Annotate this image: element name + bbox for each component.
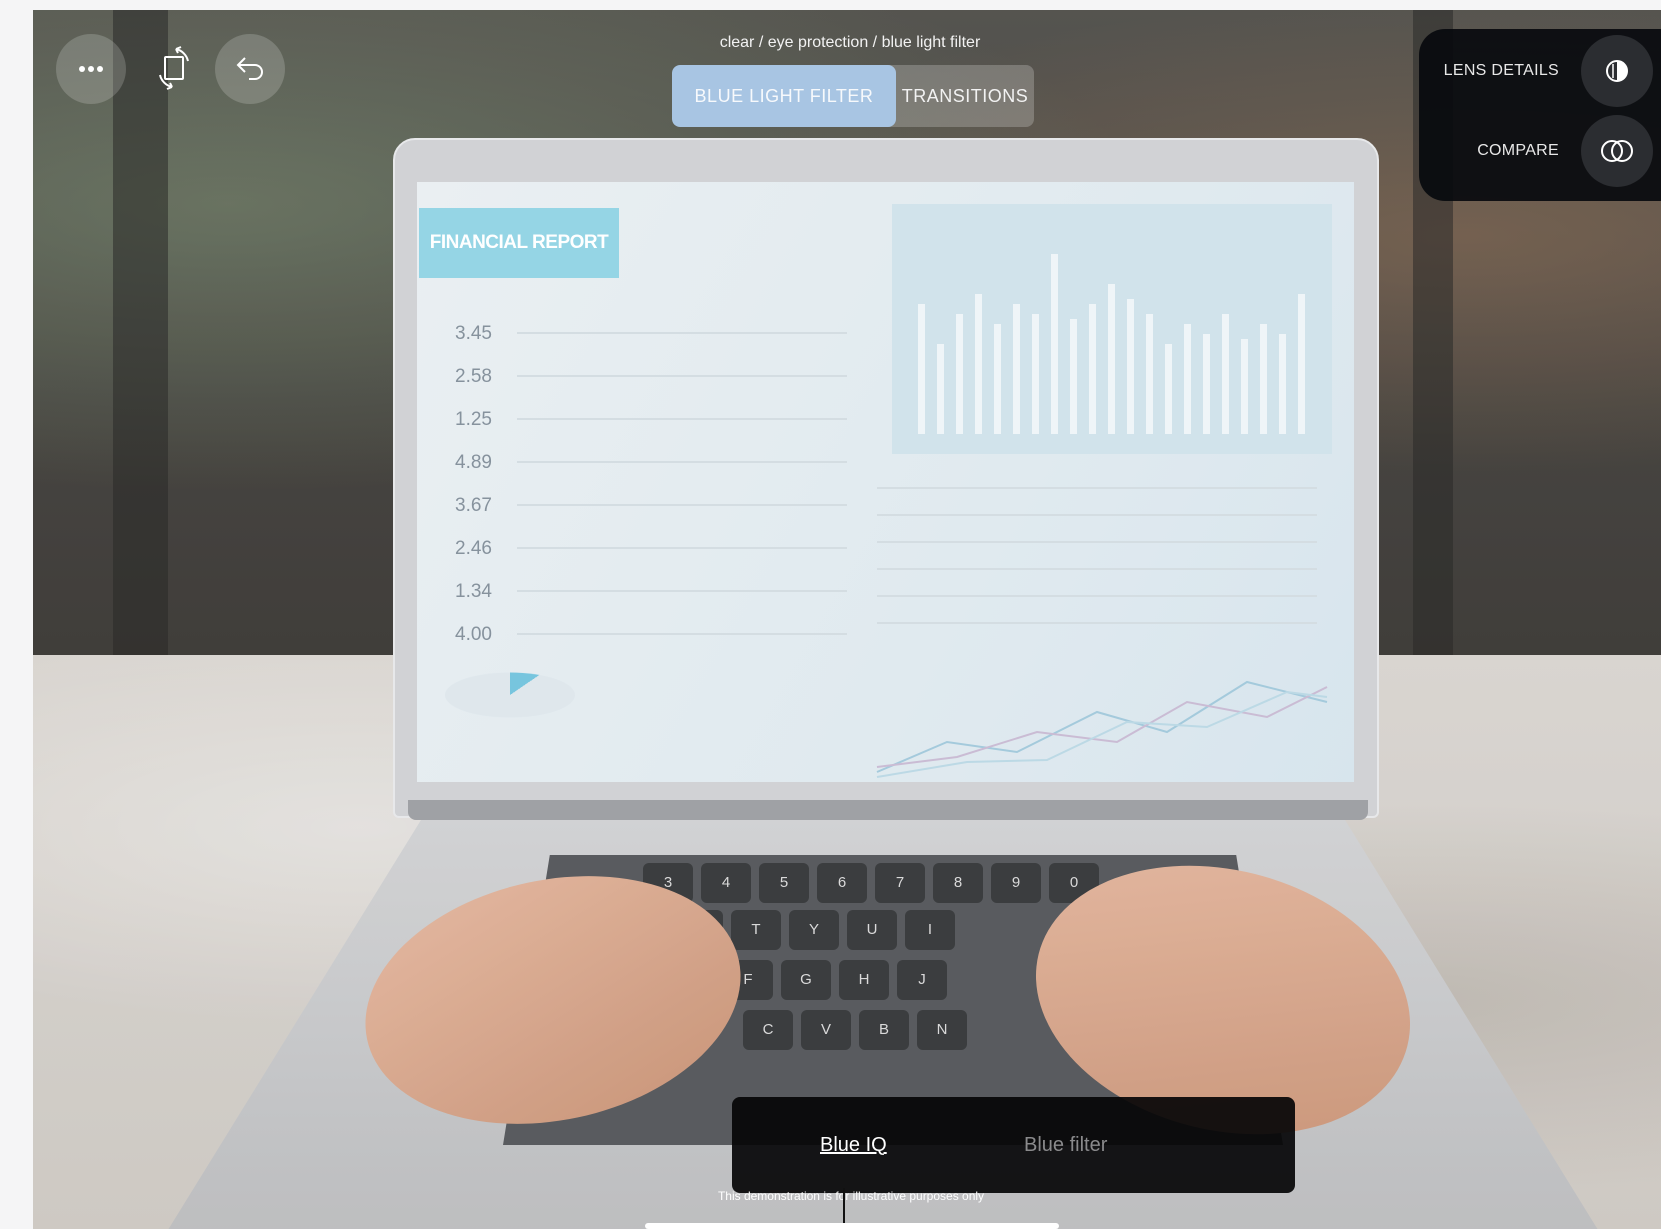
tab-transitions[interactable]: TRANSITIONS xyxy=(896,65,1034,127)
disclaimer-text: This demonstration is for illustrative p… xyxy=(717,1189,985,1203)
blue-iq-option[interactable]: Blue IQ xyxy=(820,1097,887,1193)
lens-details-button[interactable]: LENS DETAILS xyxy=(1444,35,1653,107)
rotate-button[interactable] xyxy=(139,35,209,105)
more-horizontal-icon xyxy=(78,60,104,78)
rotate-device-icon xyxy=(152,45,196,96)
home-indicator xyxy=(645,1223,1059,1229)
lens-details-label: LENS DETAILS xyxy=(1443,62,1559,79)
undo-arrow-icon xyxy=(235,54,265,85)
comparison-toggle: Blue IQ Blue filter xyxy=(732,1097,1295,1193)
half-lens-icon xyxy=(1581,35,1653,107)
more-options-button[interactable] xyxy=(56,34,126,104)
back-button[interactable] xyxy=(215,34,285,104)
tab-blue-light-filter[interactable]: BLUE LIGHT FILTER xyxy=(672,65,896,127)
lens-filter-overlay xyxy=(33,10,1661,1229)
blue-filter-option[interactable]: Blue filter xyxy=(1024,1097,1107,1193)
camera-view: 34567890RTYUIFGHJCVBN FINANCIAL REPORT 3… xyxy=(33,10,1661,1229)
lens-panel: LENS DETAILS COMPARE xyxy=(1419,29,1661,201)
compare-button[interactable]: COMPARE xyxy=(1477,115,1653,187)
lens-type-subtitle: clear / eye protection / blue light filt… xyxy=(719,34,981,51)
overlap-circles-icon xyxy=(1581,115,1653,187)
filter-segmented-control: BLUE LIGHT FILTER TRANSITIONS xyxy=(672,65,1034,127)
compare-label: COMPARE xyxy=(1477,142,1559,159)
